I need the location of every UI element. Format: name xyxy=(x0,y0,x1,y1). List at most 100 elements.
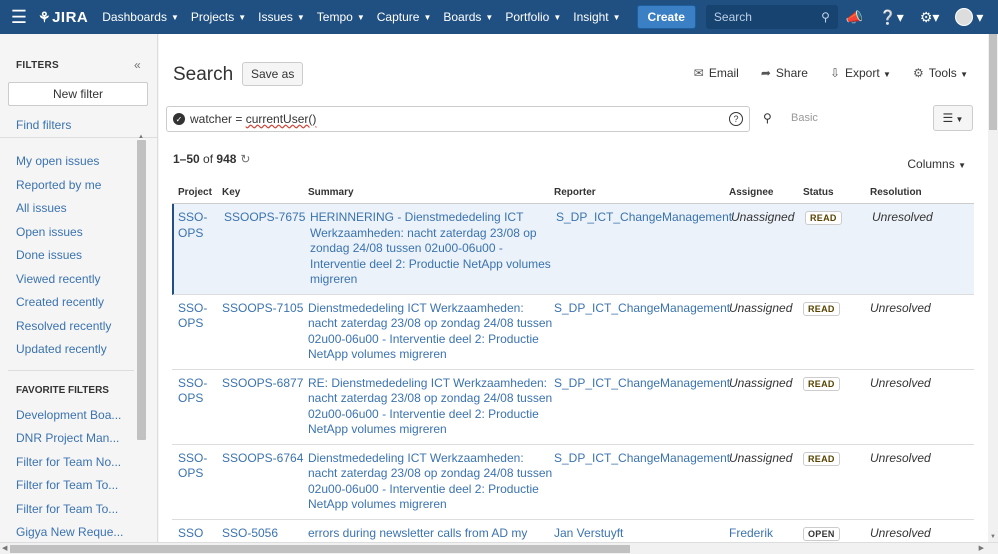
tools-button[interactable]: ⚙ Tools ▼ xyxy=(913,66,968,80)
nav-dashboards[interactable]: Dashboards ▼ xyxy=(96,0,185,34)
status-badge: READ xyxy=(803,301,840,316)
nav-boards[interactable]: Boards ▼ xyxy=(437,0,499,34)
scroll-right-icon[interactable]: ▶ xyxy=(979,544,984,552)
issue-summary-link[interactable]: Dienstmededeling ICT Werkzaamheden: nach… xyxy=(308,451,554,513)
refresh-icon[interactable]: ↻ xyxy=(240,152,250,166)
issue-key-link[interactable]: SSOOPS-6877 xyxy=(222,376,308,392)
reporter-link[interactable]: S_DP_ICT_ChangeManagement xyxy=(554,376,730,392)
issue-key-link[interactable]: SSOOPS-6764 xyxy=(222,451,308,467)
nav-issues[interactable]: Issues ▼ xyxy=(252,0,311,34)
issue-summary-link[interactable]: Dienstmededeling ICT Werkzaamheden: nach… xyxy=(308,301,554,363)
gear-icon[interactable]: ⚙▾ xyxy=(920,9,940,26)
export-button[interactable]: ⇩ Export ▼ xyxy=(830,66,891,80)
favorite-filter-item[interactable]: DNR Project Man... xyxy=(0,427,130,451)
gear-icon: ⚙ xyxy=(912,66,924,80)
collapse-sidebar-icon[interactable]: « xyxy=(134,58,141,72)
issue-key-link[interactable]: SSOOPS-7105 xyxy=(222,301,308,317)
favorite-filter-item[interactable]: Gigya New Reque... xyxy=(0,521,130,542)
app-switcher-icon[interactable]: ☰ xyxy=(0,0,38,34)
new-filter-button[interactable]: New filter xyxy=(8,82,148,106)
sidebar-item-reported-by-me[interactable]: Reported by me xyxy=(0,174,130,198)
create-button[interactable]: Create xyxy=(636,5,696,29)
project-link[interactable]: SSO-OPS xyxy=(174,210,224,241)
favorite-filter-item[interactable]: Filter for Team No... xyxy=(0,451,130,475)
reporter-link[interactable]: S_DP_ICT_ChangeManagement xyxy=(554,451,730,467)
sidebar-item-resolved-recently[interactable]: Resolved recently xyxy=(0,315,130,339)
email-icon: ✉ xyxy=(693,66,704,80)
scroll-down-icon[interactable]: ▼ xyxy=(990,534,996,540)
help-icon[interactable]: ❔▾ xyxy=(879,9,903,26)
issue-summary-link[interactable]: RE: Dienstmededeling ICT Werkzaamheden: … xyxy=(308,376,554,438)
columns-button[interactable]: Columns ▼ xyxy=(907,157,966,171)
share-button[interactable]: ➦ Share xyxy=(761,66,808,80)
share-icon: ➦ xyxy=(760,66,771,80)
chevron-down-icon: ▼ xyxy=(960,70,968,79)
favorite-filter-item[interactable]: Development Boa... xyxy=(0,404,130,428)
column-header-reporter[interactable]: Reporter xyxy=(554,185,729,201)
email-button[interactable]: ✉ Email xyxy=(694,66,739,80)
project-link[interactable]: SSO-OPS xyxy=(172,376,222,407)
table-row[interactable]: SSO-OPS SSOOPS-6764 Dienstmededeling ICT… xyxy=(172,445,974,520)
nav-tempo[interactable]: Tempo ▼ xyxy=(311,0,371,34)
issue-summary-link[interactable]: errors during newsletter calls from AD m… xyxy=(308,526,554,543)
scrollbar-thumb[interactable] xyxy=(10,545,630,553)
issue-key-link[interactable]: SSO-5056 xyxy=(222,526,308,542)
syntax-help-icon[interactable]: ? xyxy=(729,112,743,126)
reporter-link[interactable]: S_DP_ICT_ChangeManagement xyxy=(556,210,732,226)
find-filters-link[interactable]: Find filters xyxy=(0,106,157,138)
layout-switcher-button[interactable]: ☰ ▼ xyxy=(933,105,973,131)
nav-portfolio[interactable]: Portfolio ▼ xyxy=(499,0,567,34)
column-header-summary[interactable]: Summary xyxy=(308,185,554,201)
sidebar-item-created-recently[interactable]: Created recently xyxy=(0,291,130,315)
sidebar-item-all-issues[interactable]: All issues xyxy=(0,197,130,221)
count-range: 1–50 xyxy=(173,152,200,166)
quick-search-input[interactable]: Search ⚲ xyxy=(705,5,838,29)
user-menu[interactable]: ▾ xyxy=(955,8,983,26)
table-row[interactable]: SSO-OPS SSOOPS-7105 Dienstmededeling ICT… xyxy=(172,295,974,370)
sidebar-item-viewed-recently[interactable]: Viewed recently xyxy=(0,268,130,292)
chevron-down-icon: ▼ xyxy=(958,161,966,170)
horizontal-scrollbar[interactable]: ◀ ▶ xyxy=(0,542,998,554)
nav-capture[interactable]: Capture ▼ xyxy=(371,0,438,34)
favorite-filter-item[interactable]: Filter for Team To... xyxy=(0,498,130,522)
jira-logo[interactable]: ⚘ JIRA xyxy=(38,9,88,26)
table-row[interactable]: SSO SSO-5056 errors during newsletter ca… xyxy=(172,520,974,543)
project-link[interactable]: SSO-OPS xyxy=(172,451,222,482)
export-label: Export xyxy=(845,66,880,80)
table-row[interactable]: SSO-OPS SSOOPS-7675 HERINNERING - Dienst… xyxy=(172,204,974,295)
column-header-status[interactable]: Status xyxy=(803,187,870,198)
vertical-scrollbar[interactable]: ▼ xyxy=(988,34,998,542)
issue-key-link[interactable]: SSOOPS-7675 xyxy=(224,210,310,226)
column-header-key[interactable]: Key xyxy=(222,185,308,201)
nav-projects[interactable]: Projects ▼ xyxy=(185,0,252,34)
scroll-left-icon[interactable]: ◀ xyxy=(2,544,7,552)
assignee-link[interactable]: Frederik Bracke xyxy=(729,526,803,543)
sidebar-item-my-open-issues[interactable]: My open issues xyxy=(0,150,130,174)
sidebar-item-open-issues[interactable]: Open issues xyxy=(0,221,130,245)
column-header-project[interactable]: Project xyxy=(172,185,222,201)
column-header-assignee[interactable]: Assignee xyxy=(729,185,803,201)
project-link[interactable]: SSO xyxy=(172,526,222,542)
jql-query-input[interactable]: ✓ watcher = currentUser() ? xyxy=(166,106,750,132)
project-link[interactable]: SSO-OPS xyxy=(172,301,222,332)
scrollbar-thumb[interactable] xyxy=(989,34,997,130)
assignee: Unassigned xyxy=(731,210,795,224)
search-icon[interactable]: ⚲ xyxy=(763,111,772,125)
reporter-link[interactable]: S_DP_ICT_ChangeManagement xyxy=(554,301,730,317)
table-row[interactable]: SSO-OPS SSOOPS-6877 RE: Dienstmededeling… xyxy=(172,370,974,445)
sidebar-scrollbar[interactable] xyxy=(137,140,146,440)
nav-label: Portfolio xyxy=(505,10,550,24)
sidebar-item-done-issues[interactable]: Done issues xyxy=(0,244,130,268)
save-as-button[interactable]: Save as xyxy=(242,62,304,86)
column-header-resolution[interactable]: Resolution xyxy=(870,185,960,201)
megaphone-icon[interactable]: 📣 xyxy=(846,9,863,26)
issue-summary-link[interactable]: HERINNERING - Dienstmededeling ICT Werkz… xyxy=(310,210,556,288)
nav-insight[interactable]: Insight ▼ xyxy=(567,0,626,34)
export-icon: ⇩ xyxy=(829,66,840,80)
search-icon: ⚲ xyxy=(821,10,830,24)
reporter-link[interactable]: Jan Verstuyft xyxy=(554,526,729,542)
chevron-down-icon: ▼ xyxy=(612,12,621,22)
sidebar-item-updated-recently[interactable]: Updated recently xyxy=(0,338,130,362)
favorite-filter-item[interactable]: Filter for Team To... xyxy=(0,474,130,498)
basic-search-toggle[interactable]: Basic xyxy=(791,112,818,124)
